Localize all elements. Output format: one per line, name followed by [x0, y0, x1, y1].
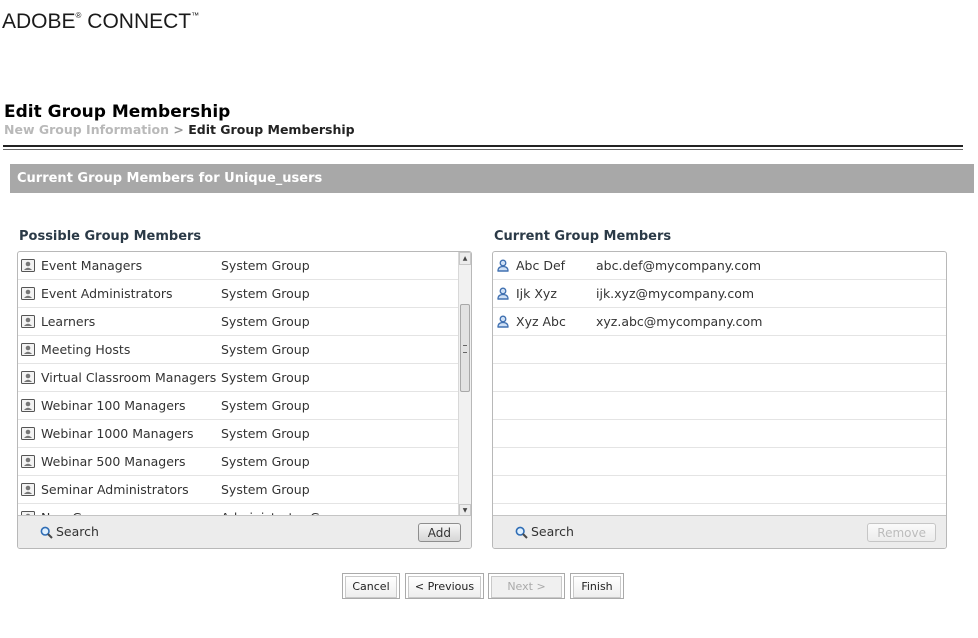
next-label: Next >: [491, 576, 562, 598]
section-header: Current Group Members for Unique_users: [10, 164, 974, 193]
finish-button[interactable]: Finish: [570, 573, 624, 599]
finish-label: Finish: [573, 576, 621, 598]
possible-member-row[interactable]: Seminar Administrators System Group: [18, 476, 471, 504]
member-email: xyz.abc@mycompany.com: [596, 314, 763, 329]
group-icon: [21, 455, 35, 468]
member-name: Webinar 500 Managers: [41, 454, 186, 469]
group-icon: [21, 343, 35, 356]
current-search-label: Search: [531, 524, 574, 539]
member-email: ijk.xyz@mycompany.com: [596, 286, 755, 301]
empty-row: [493, 476, 946, 504]
group-icon: [21, 483, 35, 496]
possible-member-row[interactable]: Event Managers System Group: [18, 252, 471, 280]
possible-search-button[interactable]: Search: [40, 524, 99, 539]
search-icon: [515, 526, 528, 539]
possible-member-row[interactable]: Webinar 1000 Managers System Group: [18, 420, 471, 448]
member-type: System Group: [221, 370, 310, 385]
possible-members-title: Possible Group Members: [19, 229, 202, 244]
empty-row: [493, 364, 946, 392]
empty-row: [493, 448, 946, 476]
cancel-button[interactable]: Cancel: [342, 573, 400, 599]
adobe-connect-logo: ADOBE® CONNECT™: [2, 10, 200, 33]
possible-member-row[interactable]: Learners System Group: [18, 308, 471, 336]
possible-member-row[interactable]: Meeting Hosts System Group: [18, 336, 471, 364]
member-type: System Group: [221, 398, 310, 413]
member-name: Virtual Classroom Managers: [41, 370, 217, 385]
scroll-up-arrow-icon[interactable]: ▲: [459, 252, 471, 265]
member-type: System Group: [221, 426, 310, 441]
group-icon: [21, 259, 35, 272]
breadcrumb: New Group Information > Edit Group Membe…: [4, 122, 355, 137]
group-icon: [21, 315, 35, 328]
member-type: System Group: [221, 314, 310, 329]
current-members-panel: Abc Def abc.def@mycompany.com Ijk Xyz ijk.x…: [492, 251, 947, 549]
group-icon: [21, 427, 35, 440]
user-icon: [497, 315, 509, 328]
member-name: Seminar Administrators: [41, 482, 189, 497]
current-members-title: Current Group Members: [494, 229, 672, 244]
breadcrumb-current: Edit Group Membership: [188, 122, 355, 137]
possible-member-row[interactable]: Webinar 500 Managers System Group: [18, 448, 471, 476]
current-member-row[interactable]: Ijk Xyz ijk.xyz@mycompany.com: [493, 280, 946, 308]
member-type: System Group: [221, 286, 310, 301]
scroll-grip-icon: [463, 345, 467, 353]
current-member-row[interactable]: Abc Def abc.def@mycompany.com: [493, 252, 946, 280]
current-search-button[interactable]: Search: [515, 524, 574, 539]
member-name: Meeting Hosts: [41, 342, 131, 357]
possible-member-row[interactable]: Event Administrators System Group: [18, 280, 471, 308]
breadcrumb-previous[interactable]: New Group Information: [4, 122, 169, 137]
empty-row: [493, 336, 946, 364]
group-icon: [21, 371, 35, 384]
member-type: System Group: [221, 482, 310, 497]
page-title: Edit Group Membership: [4, 102, 231, 122]
possible-member-row[interactable]: Webinar 100 Managers System Group: [18, 392, 471, 420]
member-name: Ijk Xyz: [516, 286, 557, 301]
previous-label: < Previous: [408, 576, 481, 598]
group-icon: [21, 399, 35, 412]
current-members-footer: Search Remove: [493, 515, 946, 548]
possible-members-panel: Event Managers System Group Event Administ…: [17, 251, 472, 549]
next-button[interactable]: Next >: [488, 573, 565, 599]
member-type: System Group: [221, 342, 310, 357]
previous-button[interactable]: < Previous: [405, 573, 484, 599]
member-name: Learners: [41, 314, 96, 329]
title-divider-thin: [3, 149, 963, 150]
current-member-row[interactable]: Xyz Abc xyz.abc@mycompany.com: [493, 308, 946, 336]
breadcrumb-separator: >: [173, 122, 184, 137]
possible-search-label: Search: [56, 524, 99, 539]
group-icon: [21, 287, 35, 300]
member-name: Webinar 100 Managers: [41, 398, 186, 413]
add-button[interactable]: Add: [417, 523, 461, 542]
possible-members-list[interactable]: Event Managers System Group Event Administ…: [18, 252, 471, 517]
remove-button[interactable]: Remove: [867, 523, 936, 542]
current-members-list[interactable]: Abc Def abc.def@mycompany.com Ijk Xyz ijk.x…: [493, 252, 946, 517]
member-name: Event Managers: [41, 258, 143, 273]
empty-row: [493, 420, 946, 448]
member-type: System Group: [221, 454, 310, 469]
member-name: Xyz Abc: [516, 314, 566, 329]
member-name: Abc Def: [516, 258, 566, 273]
member-email: abc.def@mycompany.com: [596, 258, 762, 273]
search-icon: [40, 526, 53, 539]
member-name: Event Administrators: [41, 286, 173, 301]
possible-members-scrollbar[interactable]: ▲ ▼: [458, 252, 471, 517]
member-type: System Group: [221, 258, 310, 273]
scroll-thumb[interactable]: [460, 304, 470, 392]
title-divider: [3, 145, 963, 147]
user-icon: [497, 287, 509, 300]
possible-members-footer: Search Add: [18, 515, 471, 548]
cancel-label: Cancel: [345, 576, 397, 598]
member-name: Webinar 1000 Managers: [41, 426, 194, 441]
empty-row: [493, 392, 946, 420]
user-icon: [497, 259, 509, 272]
possible-member-row[interactable]: Virtual Classroom Managers System Group: [18, 364, 471, 392]
